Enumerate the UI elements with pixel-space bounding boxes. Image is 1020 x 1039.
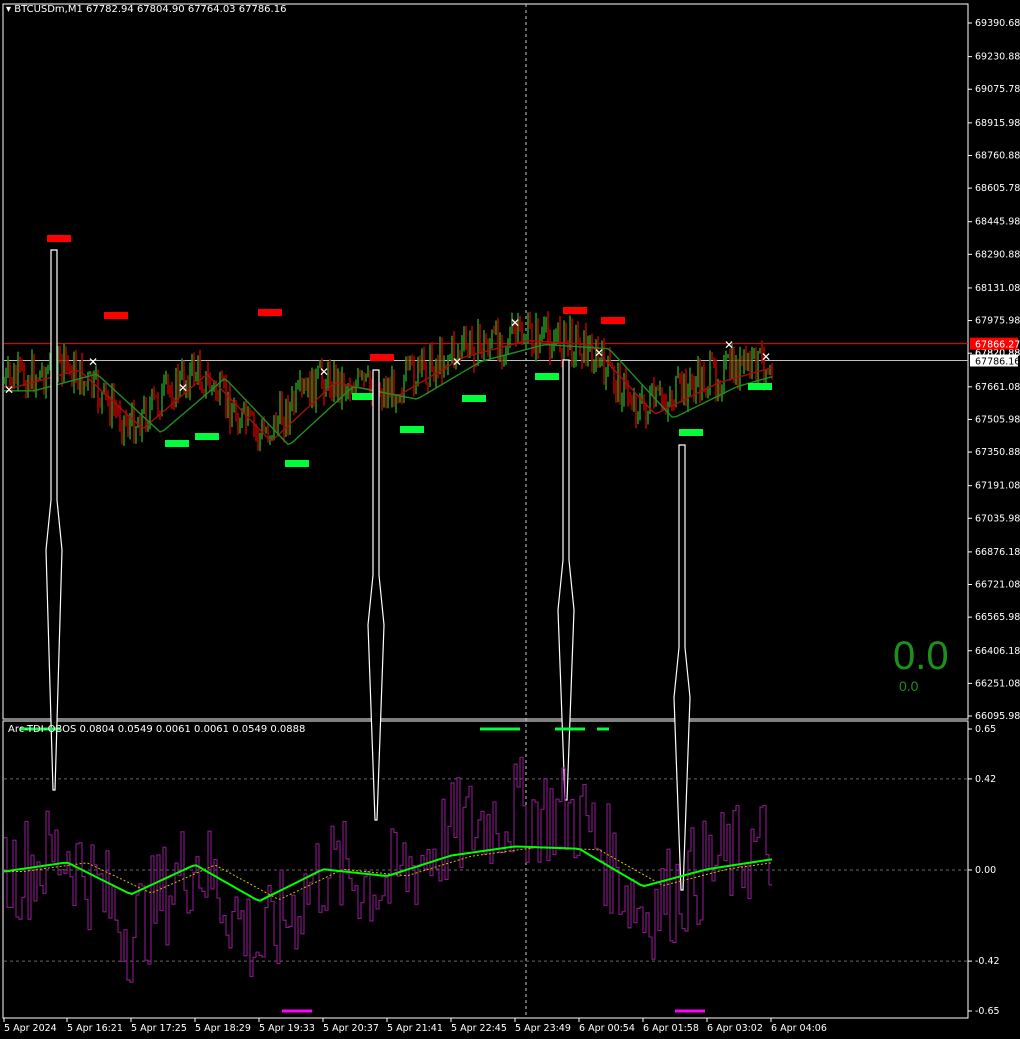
sell-signal-marker (104, 312, 128, 319)
time-tick-label: 5 Apr 16:21 (67, 1023, 123, 1034)
time-tick-label: 6 Apr 03:02 (707, 1023, 763, 1034)
price-tick-label: 68915.98 (975, 118, 1020, 129)
spike-outline (557, 359, 575, 801)
buy-signal-marker (535, 373, 559, 380)
indicator-tick-label: -0.65 (975, 1006, 1000, 1017)
buy-signal-marker (748, 383, 772, 390)
price-tick-label: 67191.08 (975, 481, 1020, 492)
buy-signal-marker (462, 395, 486, 402)
indicator-tick-label: 0.42 (975, 774, 996, 785)
price-tick-label: 66876.18 (975, 547, 1020, 558)
price-tick-label: 69075.78 (975, 84, 1020, 95)
time-tick-label: 5 Apr 23:49 (515, 1023, 571, 1034)
chart-canvas[interactable]: ✕ ✕ ✕ ✕ ✕ ✕ ✕ ✕ ✕ 69390.68 69230.88 69075.78 68915.… (0, 0, 1020, 1039)
exit-cross-marker: ✕ (761, 350, 771, 364)
price-tick-label: 68760.88 (975, 150, 1020, 161)
overlay-small-value: 0.0 (899, 678, 919, 694)
indicator-name: Arc-TDI-OBOS (8, 724, 77, 735)
price-tick-label: 66721.08 (975, 580, 1020, 591)
price-tick-label: 66251.08 (975, 678, 1020, 689)
exit-cross-marker: ✕ (4, 383, 14, 397)
exit-cross-marker: ✕ (178, 381, 188, 395)
price-tick-label: 67975.98 (975, 316, 1020, 327)
price-tick-label: 66406.18 (975, 646, 1020, 657)
exit-cross-marker: ✕ (452, 355, 462, 369)
price-tick-label: 68290.88 (975, 249, 1020, 260)
price-tick-label: 68445.98 (975, 217, 1020, 228)
bid-price-label: 67786.16 (975, 356, 1020, 367)
price-tick-label: 67505.98 (975, 414, 1020, 425)
symbol-label: BTCUSDm,M1 (14, 4, 83, 15)
exit-cross-marker: ✕ (510, 316, 520, 330)
main-chart-frame (2, 3, 969, 720)
time-tick-label: 5 Apr 19:33 (259, 1023, 315, 1034)
spike-outline (367, 369, 385, 821)
sell-signal-marker (563, 307, 587, 314)
overlay-big-value: 0.0 (893, 634, 949, 678)
indicator-layer (3, 249, 967, 1013)
chart-window[interactable]: ✕ ✕ ✕ ✕ ✕ ✕ ✕ ✕ ✕ 69390.68 69230.88 69075.78 68915.… (0, 0, 1020, 1039)
exit-cross-marker: ✕ (319, 365, 329, 379)
price-tick-label: 67350.88 (975, 447, 1020, 458)
spike-outline (673, 444, 691, 891)
buy-signal-marker (400, 426, 424, 433)
buy-signal-marker (285, 460, 309, 467)
time-tick-label: 5 Apr 2024 (4, 1023, 57, 1034)
indicator-tick-label: 0.00 (975, 865, 996, 876)
price-tick-label: 67035.98 (975, 513, 1020, 524)
buy-signal-marker (679, 429, 703, 436)
chevron-down-icon[interactable]: ▾ (6, 4, 14, 15)
indicator-header: Arc-TDI-OBOS 0.0804 0.0549 0.0061 0.0061… (8, 724, 305, 735)
indicator-tick-label: 0.65 (975, 724, 996, 735)
spike-outline (45, 249, 63, 791)
price-tick-label: 66565.98 (975, 612, 1020, 623)
time-tick-label: 6 Apr 00:54 (579, 1023, 635, 1034)
price-tick-label: 68131.08 (975, 283, 1020, 294)
time-tick-label: 5 Apr 21:41 (387, 1023, 443, 1034)
indicator-values: 0.0804 0.0549 0.0061 0.0061 0.0549 0.088… (79, 724, 306, 735)
ohlc-values: 67782.94 67804.90 67764.03 67786.16 (86, 4, 287, 15)
price-tick-label: 67661.08 (975, 382, 1020, 393)
ask-price-label: 67866.27 (975, 340, 1020, 351)
price-tick-label: 66095.98 (975, 711, 1020, 722)
exit-cross-marker: ✕ (594, 346, 604, 360)
price-layer: ✕ ✕ ✕ ✕ ✕ ✕ ✕ ✕ ✕ (3, 235, 968, 467)
time-tick-label: 5 Apr 20:37 (323, 1023, 379, 1034)
sell-signal-marker (47, 235, 71, 242)
sell-signal-marker (258, 309, 282, 316)
sell-signal-marker (601, 317, 625, 324)
buy-signal-marker (165, 440, 189, 447)
indicator-tick-label: -0.42 (975, 956, 1000, 967)
time-tick-label: 5 Apr 18:29 (195, 1023, 251, 1034)
price-tick-label: 69230.88 (975, 52, 1020, 63)
time-tick-label: 5 Apr 22:45 (451, 1023, 507, 1034)
price-tick-label: 69390.68 (975, 18, 1020, 29)
price-tick-label: 68605.78 (975, 183, 1020, 194)
sell-signal-marker (370, 354, 394, 361)
symbol-header[interactable]: ▾ BTCUSDm,M1 67782.94 67804.90 67764.03 … (6, 4, 286, 15)
buy-signal-marker (195, 433, 219, 440)
exit-cross-marker: ✕ (88, 355, 98, 369)
time-tick-label: 6 Apr 04:06 (771, 1023, 827, 1034)
time-tick-label: 6 Apr 01:58 (643, 1023, 699, 1034)
exit-cross-marker: ✕ (724, 338, 734, 352)
time-tick-label: 5 Apr 17:25 (131, 1023, 187, 1034)
